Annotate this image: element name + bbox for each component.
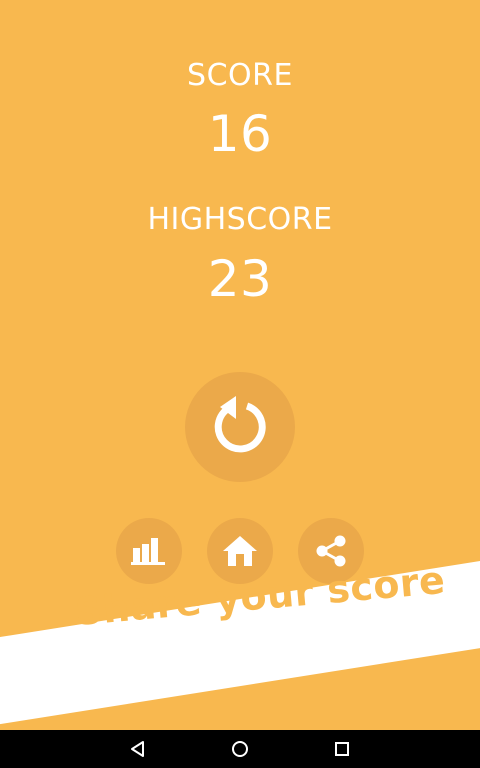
highscore-value: 23 (207, 250, 273, 308)
recents-square-icon (335, 742, 349, 756)
home-icon (223, 536, 257, 566)
home-circle-icon (232, 741, 248, 757)
score-label: SCORE (187, 58, 293, 93)
leaderboard-button[interactable] (116, 518, 182, 584)
score-value: 16 (207, 105, 273, 163)
nav-recents-button[interactable] (332, 739, 352, 759)
back-triangle-icon (131, 741, 144, 757)
system-navigation-bar (0, 730, 480, 768)
bar-chart-icon (131, 538, 165, 565)
replay-icon (214, 396, 266, 453)
nav-back-button[interactable] (128, 739, 148, 759)
nav-home-button[interactable] (230, 739, 250, 759)
share-icon (316, 535, 346, 567)
game-over-screen: SCORE 16 HIGHSCORE 23 Share your score (0, 0, 480, 730)
replay-button[interactable] (185, 372, 295, 482)
highscore-label: HIGHSCORE (147, 202, 333, 237)
